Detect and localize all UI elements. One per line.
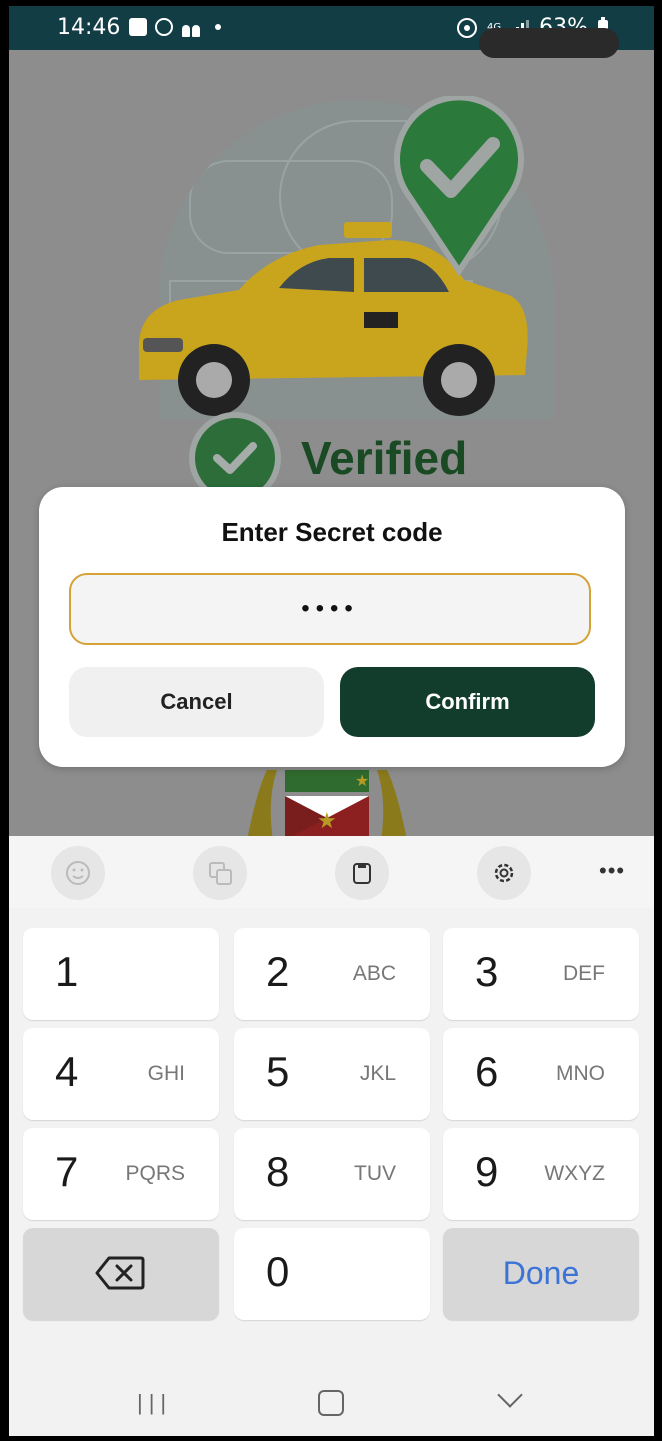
hotspot-icon — [456, 17, 477, 38]
key-9[interactable]: 9 WXYZ — [443, 1128, 639, 1220]
teams-icon — [181, 17, 201, 37]
status-time: 14:46 — [57, 15, 121, 40]
key-1[interactable]: 1 — [23, 928, 219, 1020]
cancel-button[interactable]: Cancel — [69, 667, 324, 737]
phone-screen: 14:46 4G 63% — [9, 6, 654, 1436]
dialog-title: Enter Secret code — [221, 517, 443, 547]
device-frame: 14:46 4G 63% — [0, 0, 662, 1441]
key-0[interactable]: 0 — [234, 1228, 430, 1320]
location-check-pin-icon — [394, 96, 524, 276]
done-key[interactable]: Done — [443, 1228, 639, 1320]
keyboard-toolbar: ••• — [9, 836, 654, 908]
emoji-icon[interactable] — [51, 846, 105, 900]
notification-icons — [129, 17, 221, 37]
gallery-icon — [129, 18, 147, 36]
confirm-button[interactable]: Confirm — [340, 667, 595, 737]
done-label: Done — [502, 1255, 580, 1291]
svg-text:★: ★ — [355, 771, 369, 790]
translate-icon[interactable] — [193, 846, 247, 900]
recent-apps-icon[interactable]: ||| — [137, 1390, 172, 1416]
flag-emblem-illustration: ★ ★ — [247, 770, 407, 840]
svg-text:★: ★ — [317, 809, 337, 834]
settings-icon[interactable] — [477, 846, 531, 900]
key-6[interactable]: 6 MNO — [443, 1028, 639, 1120]
backspace-key[interactable] — [23, 1228, 219, 1320]
key-8[interactable]: 8 TUV — [234, 1128, 430, 1220]
key-7[interactable]: 7 PQRS — [23, 1128, 219, 1220]
more-icon[interactable]: ••• — [599, 858, 625, 884]
whatsapp-icon — [155, 18, 173, 36]
key-4[interactable]: 4 GHI — [23, 1028, 219, 1120]
back-chevron-down-icon[interactable] — [497, 1382, 523, 1408]
backspace-icon — [95, 1256, 145, 1290]
key-5[interactable]: 5 JKL — [234, 1028, 430, 1120]
numeric-keyboard: ••• 1 2 ABC 3 DEF 4 GHI 5 JKL 6 MNO 7 PQRS 8 TU… — [9, 836, 654, 1436]
verified-label: Verified — [301, 432, 468, 484]
secret-code-dialog: Enter Secret code •••• Cancel Confirm — [39, 487, 625, 767]
key-3[interactable]: 3 DEF — [443, 928, 639, 1020]
secret-code-input[interactable]: •••• — [69, 573, 591, 645]
key-2[interactable]: 2 ABC — [234, 928, 430, 1020]
more-notifications-dot — [215, 24, 221, 30]
home-icon[interactable] — [318, 1390, 344, 1416]
navigation-bar: ||| — [9, 1356, 654, 1436]
clipboard-icon[interactable] — [335, 846, 389, 900]
top-pill-button — [479, 28, 619, 58]
